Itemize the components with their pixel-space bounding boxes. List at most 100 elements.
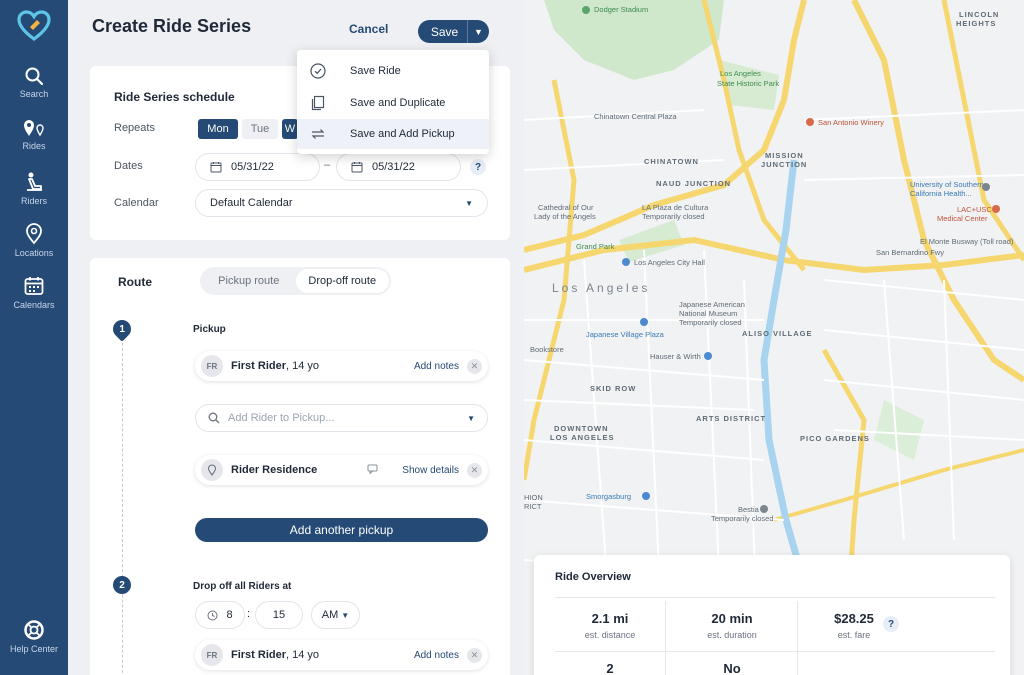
map-poi-icon xyxy=(622,258,630,266)
save-split-button: Save ▼ xyxy=(418,20,489,43)
map-label: ALISO VILLAGE xyxy=(742,329,813,338)
hour-field[interactable]: 8 xyxy=(195,601,245,629)
add-rider-search[interactable]: Add Rider to Pickup... ▼ xyxy=(195,404,488,432)
rider-row: FR First Rider, 14 yo Add notes ✕ xyxy=(195,351,488,381)
map-poi-icon xyxy=(806,118,814,126)
rider-name-text: First Rider xyxy=(231,360,287,372)
tab-dropoff-route[interactable]: Drop-off route xyxy=(295,269,389,293)
step-heading: Pickup xyxy=(193,324,226,335)
day-toggle-mon[interactable]: Mon xyxy=(198,119,238,139)
ride-overview-title: Ride Overview xyxy=(555,571,631,583)
sidebar-item-locations[interactable]: Locations xyxy=(0,223,68,258)
sidebar-item-riders[interactable]: Riders xyxy=(0,171,68,206)
ampm-value: AM xyxy=(321,609,339,621)
search-icon xyxy=(208,412,220,424)
dates-help-icon[interactable]: ? xyxy=(470,159,486,175)
sidebar-item-rides[interactable]: Rides xyxy=(0,118,68,151)
map-poi-icon xyxy=(704,352,712,360)
cancel-button[interactable]: Cancel xyxy=(349,22,388,36)
show-details-link[interactable]: Show details xyxy=(402,465,459,476)
map-poi-icon xyxy=(582,6,590,14)
location-pin-icon xyxy=(201,459,223,481)
schedule-title: Ride Series schedule xyxy=(114,90,235,104)
map-label: California Health... xyxy=(910,189,972,198)
map-label: LOS ANGELES xyxy=(550,433,615,442)
stat-fare: $28.25 est. fare xyxy=(789,611,919,640)
rider-name-text: First Rider xyxy=(231,649,287,661)
map-label: Bookstore xyxy=(530,345,564,354)
add-another-pickup-button[interactable]: Add another pickup xyxy=(195,518,488,542)
stat-label: est. fare xyxy=(837,630,871,640)
map-label: Hauser & Wirth xyxy=(650,352,701,361)
add-rider-placeholder: Add Rider to Pickup... xyxy=(228,412,335,424)
day-toggle-tue[interactable]: Tue xyxy=(242,119,278,139)
sidebar-item-label: Riders xyxy=(20,196,47,206)
sidebar-item-help-center[interactable]: Help Center xyxy=(0,619,68,654)
map-label: Japanese American xyxy=(679,300,745,309)
stat-duration: 20 min est. duration xyxy=(667,611,797,640)
menu-item-save-add-pickup[interactable]: Save and Add Pickup xyxy=(297,119,489,149)
map-label: San Antonio Winery xyxy=(818,118,884,127)
calendar-icon xyxy=(24,277,44,295)
chevron-down-icon: ▼ xyxy=(467,413,475,423)
chevron-down-icon: ▼ xyxy=(341,610,350,620)
rider-seat-icon xyxy=(27,172,42,191)
app-logo-icon[interactable] xyxy=(17,10,51,42)
repeat-icon xyxy=(311,129,325,139)
day-toggle-wed[interactable]: W xyxy=(282,119,298,139)
map-label: DOWNTOWN xyxy=(554,424,609,433)
comment-icon[interactable] xyxy=(367,464,378,477)
sidebar-item-search[interactable]: Search xyxy=(0,66,68,99)
start-date-field[interactable]: 05/31/22 xyxy=(195,153,320,181)
map-label: National Museum xyxy=(679,309,738,318)
tab-pickup-route[interactable]: Pickup route xyxy=(202,269,296,293)
remove-rider-close-icon[interactable]: ✕ xyxy=(467,647,482,663)
sidebar-item-label: Help Center xyxy=(9,644,59,654)
ampm-select[interactable]: AM ▼ xyxy=(311,601,360,629)
map-label: Los Angeles City Hall xyxy=(634,258,705,267)
chevron-down-icon: ▼ xyxy=(465,198,473,208)
add-notes-link[interactable]: Add notes xyxy=(414,361,459,372)
fare-help-icon[interactable]: ? xyxy=(883,616,899,632)
calendar-icon xyxy=(210,162,222,173)
remove-location-close-icon[interactable]: ✕ xyxy=(467,462,482,478)
route-title: Route xyxy=(118,275,152,289)
remove-rider-close-icon[interactable]: ✕ xyxy=(467,358,482,374)
map-label: University of Southern xyxy=(910,180,984,189)
divider xyxy=(555,597,995,598)
end-date-value: 05/31/22 xyxy=(372,161,415,173)
menu-item-save-ride[interactable]: Save Ride xyxy=(297,56,489,86)
stat-value: No xyxy=(723,661,741,675)
map-label: Temporarily closed xyxy=(711,514,774,523)
stat-riders: 2 xyxy=(545,661,675,675)
map-poi-icon xyxy=(642,492,650,500)
save-options-toggle[interactable]: ▼ xyxy=(467,20,489,43)
stat-label: est. distance xyxy=(584,630,636,640)
calendar-select[interactable]: Default Calendar ▼ xyxy=(195,189,488,217)
stat-return: No xyxy=(667,661,797,675)
map-label: LA Plaza de Cultura xyxy=(642,203,709,212)
end-date-field[interactable]: 05/31/22 xyxy=(336,153,461,181)
map-label: Los Angeles xyxy=(552,281,651,295)
add-notes-link[interactable]: Add notes xyxy=(414,650,459,661)
menu-item-save-duplicate[interactable]: Save and Duplicate xyxy=(297,88,489,118)
step-marker: 2 xyxy=(113,576,131,594)
location-row: Rider Residence Show details ✕ xyxy=(195,455,488,485)
minute-field[interactable]: 15 xyxy=(255,601,303,629)
map-label: ARTS DISTRICT xyxy=(696,414,767,423)
map-label: Japanese Village Plaza xyxy=(586,330,664,339)
save-button[interactable]: Save xyxy=(418,25,467,39)
location-name: Rider Residence xyxy=(231,464,367,476)
clock-icon xyxy=(207,610,218,620)
avatar: FR xyxy=(201,355,223,377)
route-card: Route Pickup route Drop-off route 1 Pick… xyxy=(90,258,510,675)
rider-age: , 14 yo xyxy=(286,360,320,372)
map-label: PICO GARDENS xyxy=(800,434,870,443)
sidebar-item-calendars[interactable]: Calendars xyxy=(0,275,68,310)
calendar-icon xyxy=(351,162,363,173)
location-pin-icon xyxy=(26,223,42,245)
repeats-label: Repeats xyxy=(114,122,155,134)
map-label: JUNCTION xyxy=(761,160,808,169)
map-label: Grand Park xyxy=(576,242,615,251)
search-icon xyxy=(25,67,44,86)
